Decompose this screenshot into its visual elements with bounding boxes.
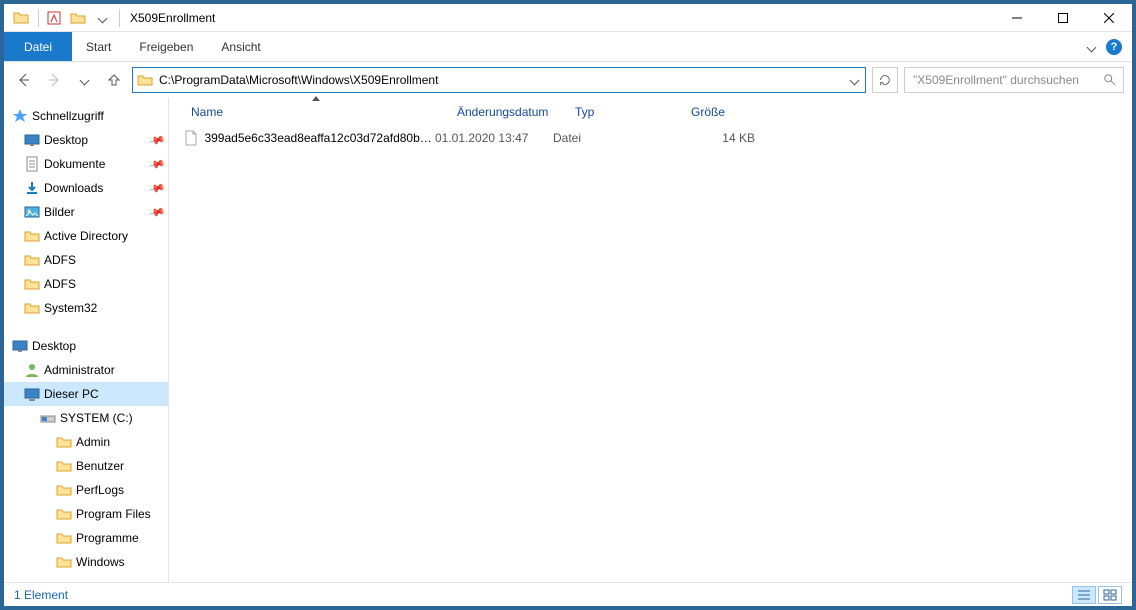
- file-icon: [183, 130, 198, 146]
- file-name: 399ad5e6c33ead8eaffa12c03d72afd80be9...: [204, 131, 435, 145]
- column-name[interactable]: Name: [183, 98, 449, 126]
- separator: [119, 9, 120, 27]
- window-controls: [994, 4, 1132, 32]
- pin-icon: 📌: [148, 131, 166, 149]
- thumbnails-view-button[interactable]: [1098, 586, 1122, 604]
- tab-view[interactable]: Ansicht: [207, 32, 274, 61]
- refresh-button[interactable]: [872, 67, 898, 93]
- file-list: Name Änderungsdatum Typ Größe 399ad5e6c3…: [169, 98, 1132, 582]
- pin-icon: 📌: [148, 179, 166, 197]
- folder-icon: [56, 554, 72, 570]
- desktop-icon: [12, 338, 28, 354]
- column-type[interactable]: Typ: [567, 98, 683, 126]
- tree-admin[interactable]: Admin: [4, 430, 168, 454]
- tree-programme[interactable]: Programme: [4, 526, 168, 550]
- folder-icon: [56, 530, 72, 546]
- navigation-bar: [4, 62, 1132, 98]
- search-input[interactable]: [911, 72, 1103, 88]
- qat-folder-icon[interactable]: [10, 7, 32, 29]
- folder-icon: [24, 252, 40, 268]
- address-dropdown-icon[interactable]: [845, 69, 863, 91]
- folder-icon: [56, 434, 72, 450]
- ribbon-collapse-icon[interactable]: [1086, 42, 1096, 52]
- file-row[interactable]: 399ad5e6c33ead8eaffa12c03d72afd80be9... …: [169, 126, 1132, 150]
- address-input[interactable]: [157, 70, 841, 90]
- up-button[interactable]: [102, 68, 126, 92]
- qat-dropdown-icon[interactable]: [91, 7, 113, 29]
- pictures-icon: [24, 204, 40, 220]
- tree-adfs[interactable]: ADFS: [4, 248, 168, 272]
- tree-users[interactable]: Benutzer: [4, 454, 168, 478]
- tree-system-c[interactable]: SYSTEM (C:): [4, 406, 168, 430]
- file-modified: 01.01.2020 13:47: [435, 131, 553, 145]
- column-headers: Name Änderungsdatum Typ Größe: [169, 98, 1132, 126]
- document-icon: [24, 156, 40, 172]
- navigation-tree[interactable]: Schnellzugriff Desktop 📌 Dokumente 📌 Dow…: [4, 98, 169, 582]
- star-icon: [12, 108, 28, 124]
- minimize-button[interactable]: [994, 4, 1040, 32]
- tree-documents[interactable]: Dokumente 📌: [4, 152, 168, 176]
- titlebar: X509Enrollment: [4, 4, 1132, 32]
- drive-icon: [40, 410, 56, 426]
- body: Schnellzugriff Desktop 📌 Dokumente 📌 Dow…: [4, 98, 1132, 582]
- desktop-icon: [24, 132, 40, 148]
- qat-new-folder-icon[interactable]: [67, 7, 89, 29]
- tab-file[interactable]: Datei: [4, 32, 72, 61]
- tree-administrator[interactable]: Administrator: [4, 358, 168, 382]
- tree-perflogs[interactable]: PerfLogs: [4, 478, 168, 502]
- file-size: 14 KB: [669, 131, 779, 145]
- search-icon: [1103, 73, 1117, 87]
- forward-button[interactable]: [42, 68, 66, 92]
- help-icon[interactable]: ?: [1106, 39, 1122, 55]
- pc-icon: [24, 386, 40, 402]
- tree-program-files[interactable]: Program Files: [4, 502, 168, 526]
- column-modified[interactable]: Änderungsdatum: [449, 98, 567, 126]
- tree-windows[interactable]: Windows: [4, 550, 168, 574]
- recent-dropdown-icon[interactable]: [72, 68, 96, 92]
- file-type: Datei: [553, 131, 669, 145]
- tree-quick-access[interactable]: Schnellzugriff: [4, 104, 168, 128]
- window-title: X509Enrollment: [130, 11, 215, 25]
- qat-properties-icon[interactable]: [43, 7, 65, 29]
- folder-icon: [137, 72, 153, 88]
- search-box[interactable]: [904, 67, 1124, 93]
- separator: [38, 9, 39, 27]
- folder-icon: [24, 228, 40, 244]
- tree-system32[interactable]: System32: [4, 296, 168, 320]
- tree-pictures[interactable]: Bilder 📌: [4, 200, 168, 224]
- tree-active-directory[interactable]: Active Directory: [4, 224, 168, 248]
- tab-share[interactable]: Freigeben: [125, 32, 207, 61]
- tree-this-pc[interactable]: Dieser PC: [4, 382, 168, 406]
- tree-downloads[interactable]: Downloads 📌: [4, 176, 168, 200]
- pin-icon: 📌: [148, 155, 166, 173]
- download-icon: [24, 180, 40, 196]
- folder-icon: [24, 300, 40, 316]
- tree-adfs[interactable]: ADFS: [4, 272, 168, 296]
- maximize-button[interactable]: [1040, 4, 1086, 32]
- tab-home[interactable]: Start: [72, 32, 125, 61]
- folder-icon: [24, 276, 40, 292]
- folder-icon: [56, 506, 72, 522]
- back-button[interactable]: [12, 68, 36, 92]
- close-button[interactable]: [1086, 4, 1132, 32]
- item-count: 1 Element: [14, 588, 68, 602]
- folder-icon: [56, 458, 72, 474]
- tree-desktop-root[interactable]: Desktop: [4, 334, 168, 358]
- folder-icon: [56, 482, 72, 498]
- details-view-button[interactable]: [1072, 586, 1096, 604]
- sort-indicator-icon: [312, 96, 320, 101]
- ribbon-tabs: Datei Start Freigeben Ansicht ?: [4, 32, 1132, 62]
- explorer-window: X509Enrollment Datei Start Freigeben Ans…: [0, 0, 1136, 610]
- pin-icon: 📌: [148, 203, 166, 221]
- user-icon: [24, 362, 40, 378]
- tree-desktop[interactable]: Desktop 📌: [4, 128, 168, 152]
- file-rows[interactable]: 399ad5e6c33ead8eaffa12c03d72afd80be9... …: [169, 126, 1132, 582]
- status-bar: 1 Element: [4, 582, 1132, 606]
- address-bar[interactable]: [132, 67, 866, 93]
- column-size[interactable]: Größe: [683, 98, 793, 126]
